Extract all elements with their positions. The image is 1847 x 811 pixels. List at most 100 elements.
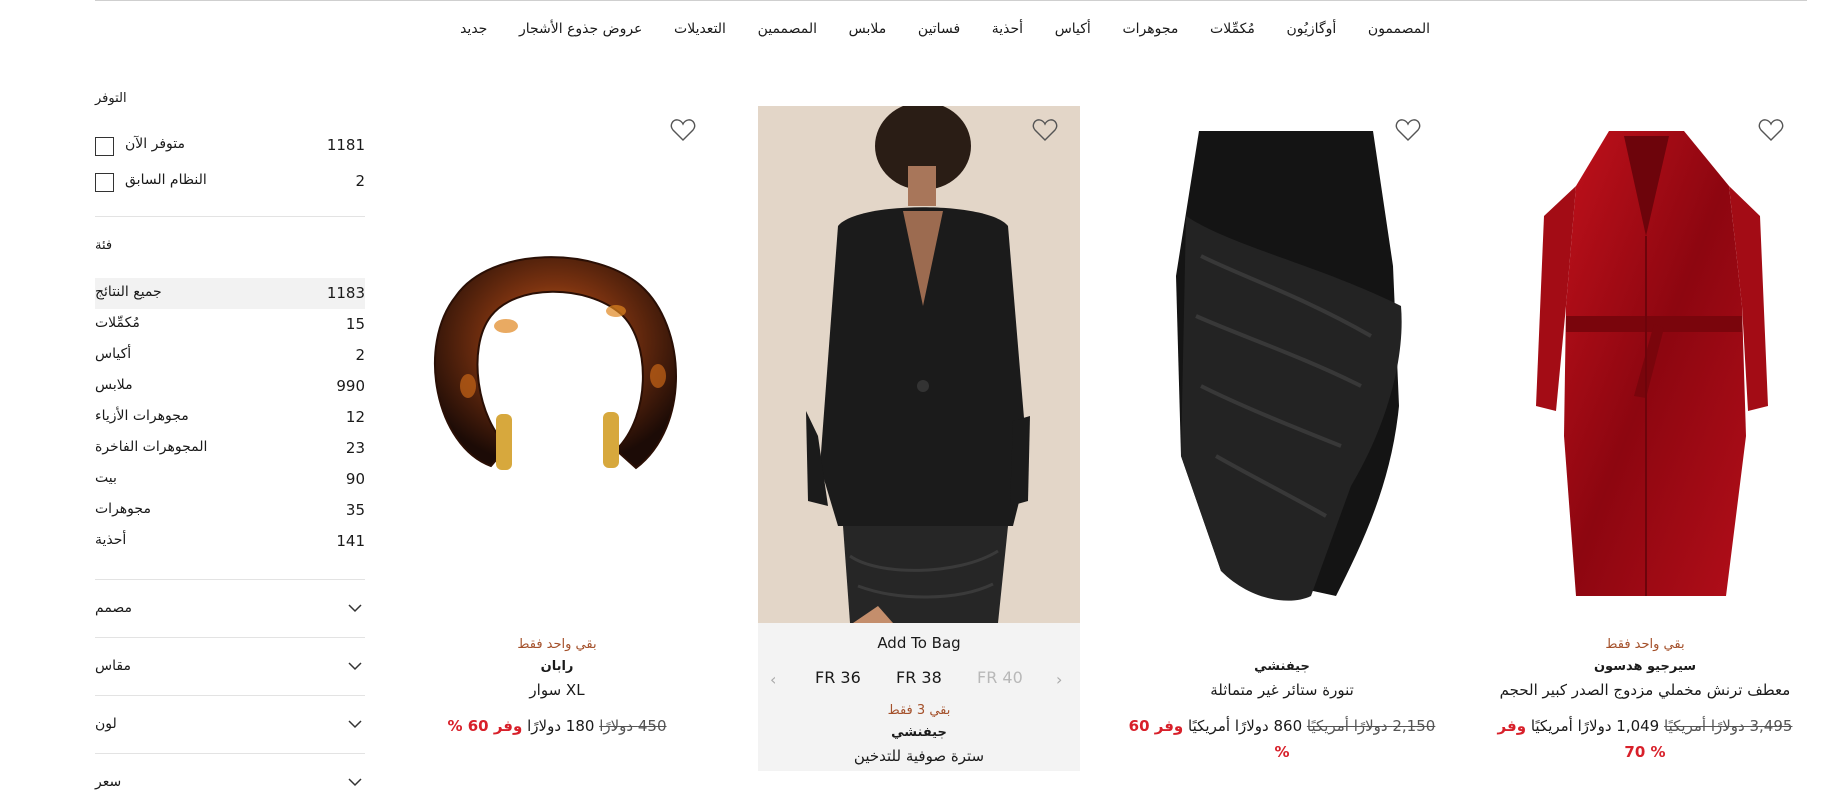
nav-designers-2[interactable]: المصممين	[758, 21, 817, 37]
nav-shoes[interactable]: أحذية	[992, 21, 1023, 37]
stock-status: بقي واحد فقط	[1605, 637, 1685, 652]
nav-bags[interactable]: أكياس	[1055, 21, 1091, 37]
chevron-down-icon	[348, 778, 362, 787]
product-info: بقي واحد فقط سيرجيو هدسون معطف ترنش مخمل…	[1484, 637, 1806, 761]
product-card[interactable]: جيفنشي تنورة ستائر غير متماثلة 2,150 دول…	[1121, 106, 1443, 771]
discount-badge: وفر 60	[1128, 717, 1184, 735]
heart-icon[interactable]	[1032, 118, 1058, 142]
product-brand[interactable]: رابان	[396, 659, 718, 681]
category-item-shoes[interactable]: أحذية 141	[95, 526, 365, 557]
checkbox[interactable]	[95, 137, 114, 156]
size-option-unavailable[interactable]: FR 40	[977, 668, 1023, 687]
product-image[interactable]	[396, 106, 718, 623]
category-item-bags[interactable]: أكياس 2	[95, 340, 365, 371]
stock-status: بقي واحد فقط	[517, 637, 597, 652]
filter-label: لون	[95, 716, 117, 732]
price-sale: 1,049 دولارًا أمريكيًا	[1530, 717, 1660, 735]
category-label: بيت	[95, 470, 117, 486]
category-item-clothing[interactable]: ملابس 990	[95, 371, 365, 402]
product-name[interactable]: تنورة ستائر غير متماثلة	[1121, 681, 1443, 717]
category-item-all[interactable]: جميع النتائج 1183	[95, 278, 365, 309]
filter-label: مقاس	[95, 658, 131, 674]
category-count: 23	[345, 439, 365, 457]
product-price: 450 دولارًا 180 دولارًا وفر 60 %	[396, 717, 718, 735]
category-title: فئة	[95, 238, 113, 253]
product-brand[interactable]: جيفنشي	[1121, 659, 1443, 681]
category-count: 35	[345, 501, 365, 519]
availability-count: 2	[355, 172, 365, 190]
category-item-home[interactable]: بيت 90	[95, 464, 365, 495]
heart-icon[interactable]	[1395, 118, 1421, 142]
filter-price[interactable]: سعر	[95, 753, 365, 811]
filter-label: مصمم	[95, 600, 133, 616]
discount-badge: وفر	[1497, 717, 1527, 735]
category-count: 90	[345, 470, 365, 488]
category-label: مجوهرات الأزياء	[95, 408, 189, 424]
product-card[interactable]: Add To Bag ‹ FR 36 FR 38 FR 40 › بقي 3 ف…	[758, 106, 1080, 771]
availability-option[interactable]: متوفر الآن 1181	[95, 130, 365, 166]
category-label: مُكمِّلات	[95, 315, 140, 331]
category-label: أكياس	[95, 346, 132, 362]
category-item-accessories[interactable]: مُكمِّلات 15	[95, 309, 365, 340]
price-original: 2,150 دولارًا أمريكيًا	[1306, 717, 1436, 735]
category-item-fashion-jewelry[interactable]: مجوهرات الأزياء 12	[95, 402, 365, 433]
category-item-jewelry[interactable]: مجوهرات 35	[95, 495, 365, 526]
chevron-left-icon[interactable]: ‹	[770, 670, 776, 689]
product-card[interactable]: بقي واحد فقط رابان سوار XL 450 دولارًا 1…	[396, 106, 718, 771]
product-image[interactable]	[1484, 106, 1806, 623]
nav-edits[interactable]: التعديلات	[674, 21, 726, 37]
product-info: بقي 3 فقط جيفنشي سترة صوفية للتدخين	[758, 703, 1080, 769]
category-label: مجوهرات	[95, 501, 151, 517]
nav-trunkshows[interactable]: عروض جذوع الأشجار	[519, 21, 642, 37]
chevron-right-icon[interactable]: ›	[1056, 670, 1062, 689]
category-count: 990	[336, 377, 365, 395]
filter-size[interactable]: مقاس	[95, 637, 365, 695]
category-count: 2	[355, 346, 365, 364]
category-label: ملابس	[95, 377, 133, 393]
product-image[interactable]	[1121, 106, 1443, 623]
nav-accessories[interactable]: مُكمِّلات	[1210, 21, 1255, 37]
price-original: 450 دولارًا	[599, 717, 667, 735]
heart-icon[interactable]	[670, 118, 696, 142]
checkbox[interactable]	[95, 173, 114, 192]
nav-designers[interactable]: المصممون	[1368, 21, 1430, 37]
chevron-down-icon	[348, 662, 362, 671]
product-brand[interactable]: جيفنشي	[758, 725, 1080, 747]
nav-new[interactable]: جديد	[460, 21, 487, 37]
category-item-fine-jewelry[interactable]: المجوهرات الفاخرة 23	[95, 433, 365, 464]
discount-percent: 70 %	[1624, 743, 1666, 761]
category-count: 141	[336, 532, 365, 550]
category-label: أحذية	[95, 532, 127, 548]
size-option[interactable]: FR 36	[815, 668, 861, 687]
filter-designer[interactable]: مصمم	[95, 579, 365, 637]
stock-status: بقي 3 فقط	[887, 703, 951, 718]
nav-jewelry[interactable]: مجوهرات	[1122, 21, 1178, 37]
product-brand[interactable]: سيرجيو هدسون	[1484, 659, 1806, 681]
nav-occasion[interactable]: أوگازيُون	[1287, 21, 1337, 37]
category-label: جميع النتائج	[95, 284, 162, 300]
size-option[interactable]: FR 38	[896, 668, 942, 687]
product-name[interactable]: سترة صوفية للتدخين	[758, 747, 1080, 769]
add-to-bag-panel: Add To Bag	[758, 634, 1080, 660]
filter-color[interactable]: لون	[95, 695, 365, 753]
price-sale: 180 دولارًا	[527, 717, 595, 735]
product-card[interactable]: بقي واحد فقط سيرجيو هدسون معطف ترنش مخمل…	[1484, 106, 1806, 771]
top-divider	[95, 0, 1807, 1]
nav-clothing[interactable]: ملابس	[849, 21, 887, 37]
chevron-down-icon	[348, 604, 362, 613]
availability-label: النظام السابق	[125, 172, 207, 188]
availability-title: التوفر	[95, 91, 127, 106]
chevron-down-icon	[348, 720, 362, 729]
filter-label: سعر	[95, 774, 122, 790]
product-image[interactable]	[758, 106, 1080, 623]
availability-count: 1181	[326, 136, 365, 154]
discount-percent: %	[1274, 743, 1290, 761]
product-name[interactable]: سوار XL	[396, 681, 718, 717]
discount-badge: وفر 60 %	[447, 717, 523, 735]
heart-icon[interactable]	[1758, 118, 1784, 142]
product-name[interactable]: معطف ترنش مخملي مزدوج الصدر كبير الحجم	[1484, 681, 1806, 717]
add-to-bag-button[interactable]: Add To Bag	[758, 634, 1080, 660]
top-nav: المصممون أوگازيُون مُكمِّلات مجوهرات أكي…	[460, 18, 1430, 40]
nav-dresses[interactable]: فساتين	[918, 21, 960, 37]
availability-option[interactable]: النظام السابق 2	[95, 166, 365, 202]
